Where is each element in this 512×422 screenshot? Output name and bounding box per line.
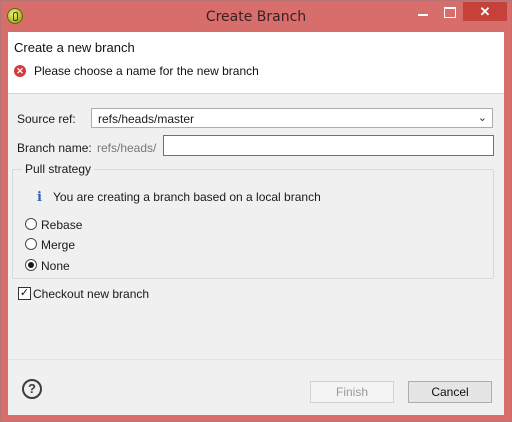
branch-name-input[interactable] xyxy=(163,135,494,156)
pull-strategy-title: Pull strategy xyxy=(22,162,95,176)
merge-radio[interactable] xyxy=(25,238,37,250)
none-radio[interactable] xyxy=(25,259,37,271)
maximize-button[interactable] xyxy=(437,3,463,23)
error-message: Please choose a name for the new branch xyxy=(34,64,259,78)
checkmark-icon: ✓ xyxy=(19,287,30,299)
checkout-checkbox[interactable]: ✓ xyxy=(18,287,31,300)
checkout-checkbox-label[interactable]: Checkout new branch xyxy=(33,287,149,301)
close-icon: ✕ xyxy=(479,4,491,19)
error-icon: ✕ xyxy=(14,65,26,77)
minimize-button[interactable] xyxy=(409,3,437,23)
dialog-body: Create a new branch ✕ Please choose a na… xyxy=(8,32,504,415)
chevron-down-icon[interactable]: ⌄ xyxy=(478,111,487,124)
page-title: Create a new branch xyxy=(14,40,135,55)
cancel-button[interactable]: Cancel xyxy=(408,381,492,403)
branch-name-label: Branch name: xyxy=(17,141,92,155)
footer-divider xyxy=(8,359,504,360)
info-icon: i xyxy=(37,190,42,205)
branch-name-prefix: refs/heads/ xyxy=(97,141,157,155)
source-ref-label: Source ref: xyxy=(17,112,76,126)
merge-radio-label[interactable]: Merge xyxy=(41,238,75,252)
pull-strategy-info: You are creating a branch based on a loc… xyxy=(53,190,321,204)
rebase-radio[interactable] xyxy=(25,218,37,230)
finish-button[interactable]: Finish xyxy=(310,381,394,403)
pull-strategy-group xyxy=(12,169,494,279)
rebase-radio-label[interactable]: Rebase xyxy=(41,218,82,232)
source-ref-value: refs/heads/master xyxy=(98,112,195,126)
close-button[interactable]: ✕ xyxy=(463,2,507,21)
source-ref-select[interactable]: refs/heads/master ⌄ xyxy=(91,108,493,128)
title-bar[interactable]: Create Branch ✕ xyxy=(1,1,511,32)
create-branch-dialog: Create Branch ✕ Create a new branch ✕ Pl… xyxy=(0,0,512,422)
help-icon[interactable]: ? xyxy=(22,379,42,399)
none-radio-label[interactable]: None xyxy=(41,259,70,273)
dialog-header: Create a new branch ✕ Please choose a na… xyxy=(8,32,504,94)
